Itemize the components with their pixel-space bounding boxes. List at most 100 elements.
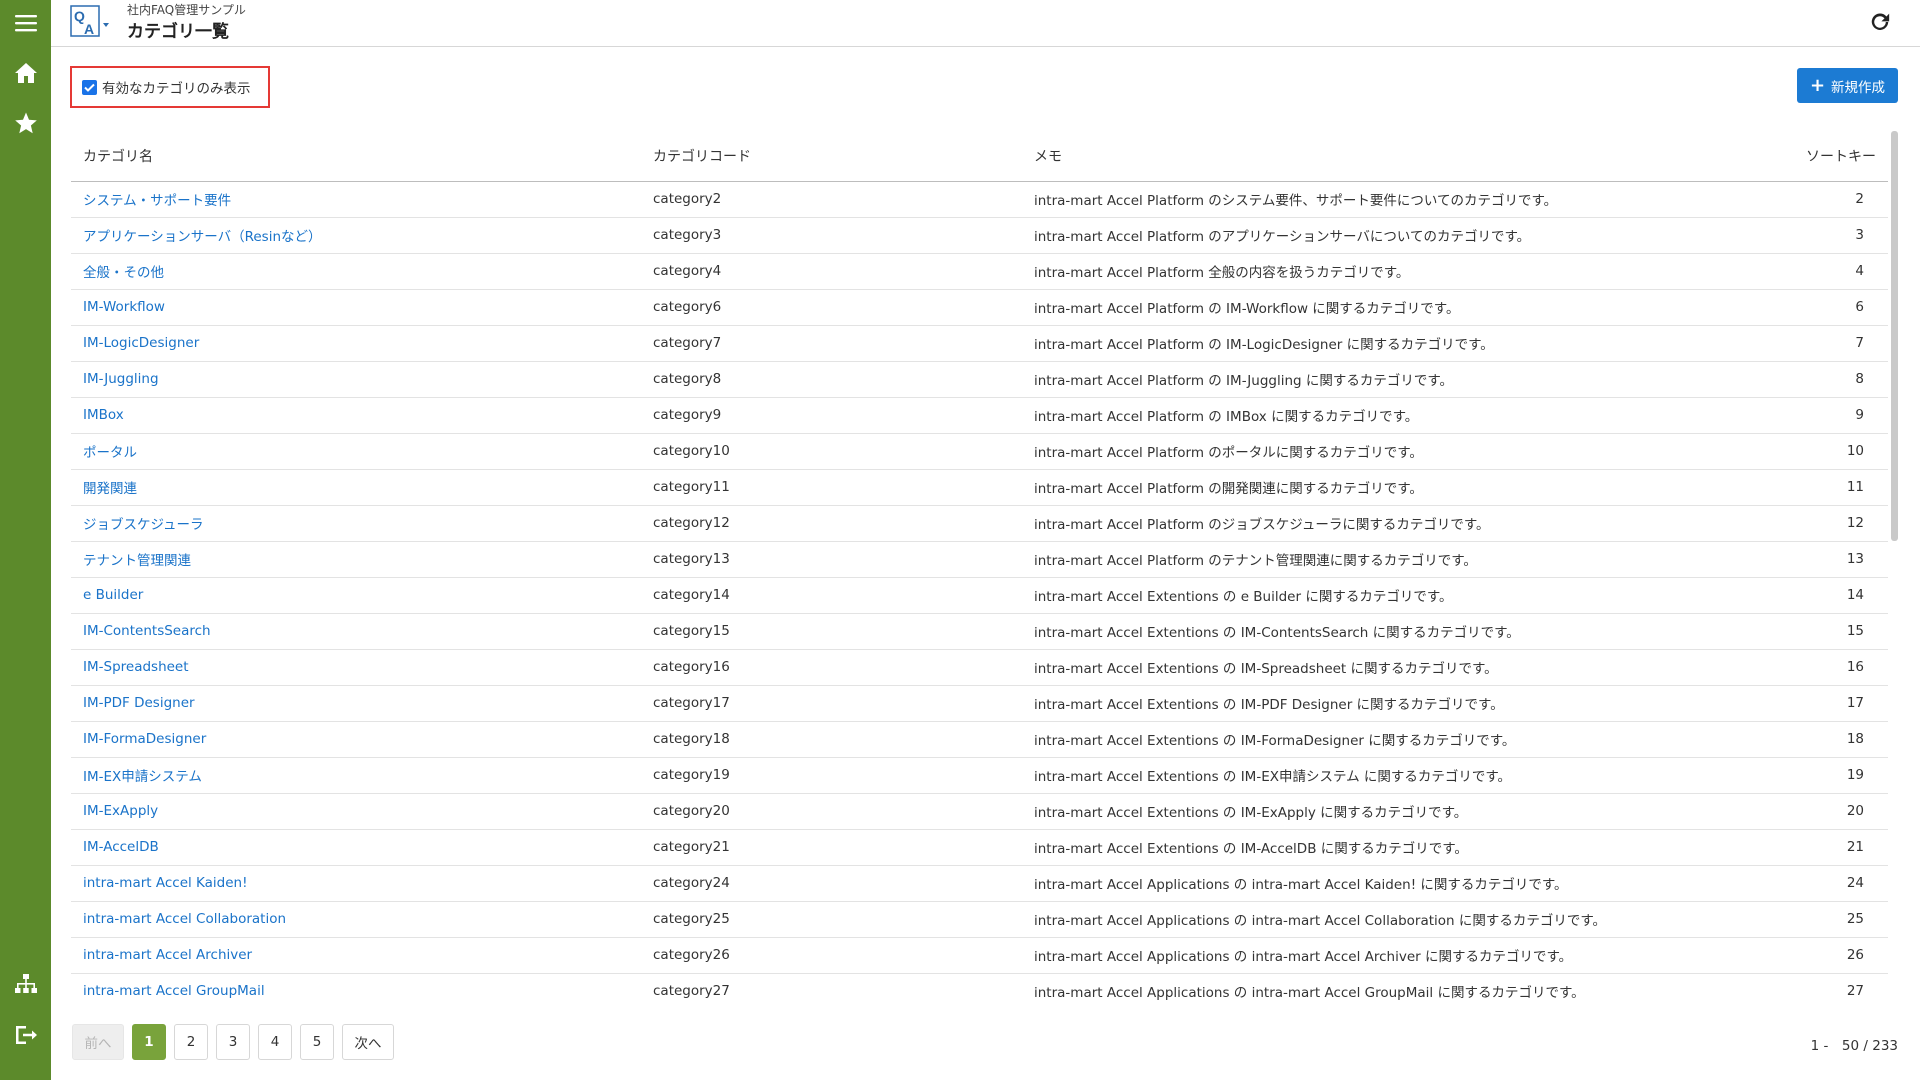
table-row: IM-EX申請システム category19 intra-mart Accel Ex… bbox=[71, 757, 1888, 794]
category-code-cell: category10 bbox=[641, 433, 1022, 470]
memo-cell: intra-mart Accel Platform の IMBox に関するカテ… bbox=[1022, 397, 1702, 434]
result-range: 1 - 50 / 233 bbox=[1810, 1038, 1898, 1054]
category-name-link[interactable]: IMBox bbox=[71, 397, 641, 434]
table-body: システム・サポート要件 category2 intra-mart Accel Pla… bbox=[71, 181, 1888, 1004]
category-code-cell: category27 bbox=[641, 973, 1022, 1004]
new-create-button[interactable]: + 新規作成 bbox=[1797, 68, 1898, 103]
memo-cell: intra-mart Accel Extentions の IM-EX申請システ… bbox=[1022, 757, 1702, 794]
category-name-link[interactable]: ポータル bbox=[71, 433, 641, 470]
next-page-button[interactable]: 次へ bbox=[342, 1024, 394, 1060]
sort-key-cell: 13 bbox=[1702, 541, 1888, 578]
category-name-link[interactable]: IM-Workflow bbox=[71, 289, 641, 326]
sort-key-cell: 8 bbox=[1702, 361, 1888, 398]
table-scrollbar[interactable] bbox=[1891, 131, 1898, 541]
header: Q A 社内FAQ管理サンプル カテゴリ一覧 bbox=[51, 0, 1920, 47]
page-button[interactable]: 5 bbox=[300, 1024, 334, 1060]
sort-key-cell: 25 bbox=[1702, 901, 1888, 938]
page-button[interactable]: 3 bbox=[216, 1024, 250, 1060]
memo-cell: intra-mart Accel Extentions の IM-Spreads… bbox=[1022, 649, 1702, 686]
sort-key-cell: 16 bbox=[1702, 649, 1888, 686]
category-name-link[interactable]: IM-LogicDesigner bbox=[71, 325, 641, 362]
header-category-name[interactable]: カテゴリ名 bbox=[71, 131, 641, 182]
sort-key-cell: 7 bbox=[1702, 325, 1888, 362]
table-row: IM-ExApply category20 intra-mart Accel Ext… bbox=[71, 793, 1888, 830]
category-name-link[interactable]: IM-PDF Designer bbox=[71, 685, 641, 722]
page-button[interactable]: 2 bbox=[174, 1024, 208, 1060]
page-button[interactable]: 1 bbox=[132, 1024, 166, 1060]
app-logo-icon[interactable]: Q A bbox=[70, 5, 112, 39]
sort-key-cell: 14 bbox=[1702, 577, 1888, 614]
sort-key-cell: 20 bbox=[1702, 793, 1888, 830]
category-name-link[interactable]: intra-mart Accel Archiver bbox=[71, 937, 641, 974]
memo-cell: intra-mart Accel Platform の IM-LogicDesi… bbox=[1022, 325, 1702, 362]
sort-key-cell: 9 bbox=[1702, 397, 1888, 434]
category-name-link[interactable]: システム・サポート要件 bbox=[71, 181, 641, 218]
category-code-cell: category17 bbox=[641, 685, 1022, 722]
table-row: intra-mart Accel GroupMail category27 intr… bbox=[71, 973, 1888, 1004]
memo-cell: intra-mart Accel Extentions の IM-FormaDe… bbox=[1022, 721, 1702, 758]
category-name-link[interactable]: テナント管理関連 bbox=[71, 541, 641, 578]
category-name-link[interactable]: 開発関連 bbox=[71, 469, 641, 506]
table-row: IM-Spreadsheet category16 intra-mart Accel… bbox=[71, 649, 1888, 686]
active-only-label[interactable]: 有効なカテゴリのみ表示 bbox=[102, 77, 251, 97]
refresh-icon[interactable] bbox=[1866, 8, 1894, 36]
header-sort-key[interactable]: ソートキー bbox=[1702, 131, 1888, 182]
header-category-code[interactable]: カテゴリコード bbox=[641, 131, 1022, 182]
category-name-link[interactable]: IM-ContentsSearch bbox=[71, 613, 641, 650]
sitemap-icon[interactable] bbox=[0, 962, 51, 1008]
memo-cell: intra-mart Accel Platform のテナント管理関連に関するカ… bbox=[1022, 541, 1702, 578]
menu-icon[interactable] bbox=[0, 0, 51, 46]
category-name-link[interactable]: IM-FormaDesigner bbox=[71, 721, 641, 758]
pagination: 前へ 12345 次へ bbox=[72, 1024, 394, 1060]
memo-cell: intra-mart Accel Extentions の IM-AccelDB… bbox=[1022, 829, 1702, 866]
category-name-link[interactable]: IM-Juggling bbox=[71, 361, 641, 398]
table-row: システム・サポート要件 category2 intra-mart Accel Pla… bbox=[71, 181, 1888, 218]
table-row: 開発関連 category11 intra-mart Accel Platform … bbox=[71, 469, 1888, 506]
table-row: アプリケーションサーバ（Resinなど） category3 intra-mart … bbox=[71, 217, 1888, 254]
category-name-link[interactable]: intra-mart Accel Collaboration bbox=[71, 901, 641, 938]
category-name-link[interactable]: IM-ExApply bbox=[71, 793, 641, 830]
category-name-link[interactable]: intra-mart Accel GroupMail bbox=[71, 973, 641, 1004]
sort-key-cell: 18 bbox=[1702, 721, 1888, 758]
prev-page-button[interactable]: 前へ bbox=[72, 1024, 124, 1060]
logout-icon[interactable] bbox=[0, 1012, 51, 1058]
logo-a: A bbox=[84, 21, 94, 37]
table-row: ポータル category10 intra-mart Accel Platform … bbox=[71, 433, 1888, 470]
sort-key-cell: 21 bbox=[1702, 829, 1888, 866]
category-code-cell: category12 bbox=[641, 505, 1022, 542]
table-row: IM-LogicDesigner category7 intra-mart Acce… bbox=[71, 325, 1888, 362]
category-name-link[interactable]: IM-EX申請システム bbox=[71, 757, 641, 794]
category-code-cell: category21 bbox=[641, 829, 1022, 866]
table-row: e Builder category14 intra-mart Accel Exte… bbox=[71, 577, 1888, 614]
home-icon[interactable] bbox=[0, 50, 51, 96]
active-only-checkbox[interactable] bbox=[82, 79, 97, 95]
memo-cell: intra-mart Accel Extentions の IM-PDF Des… bbox=[1022, 685, 1702, 722]
category-name-link[interactable]: IM-Spreadsheet bbox=[71, 649, 641, 686]
category-name-link[interactable]: アプリケーションサーバ（Resinなど） bbox=[71, 217, 641, 254]
table-row: IM-Juggling category8 intra-mart Accel Pla… bbox=[71, 361, 1888, 398]
memo-cell: intra-mart Accel Extentions の IM-Content… bbox=[1022, 613, 1702, 650]
category-code-cell: category24 bbox=[641, 865, 1022, 902]
category-name-link[interactable]: e Builder bbox=[71, 577, 641, 614]
sort-key-cell: 19 bbox=[1702, 757, 1888, 794]
page-button[interactable]: 4 bbox=[258, 1024, 292, 1060]
memo-cell: intra-mart Accel Applications の intra-ma… bbox=[1022, 937, 1702, 974]
sort-key-cell: 26 bbox=[1702, 937, 1888, 974]
sort-key-cell: 4 bbox=[1702, 253, 1888, 290]
category-name-link[interactable]: 全般・その他 bbox=[71, 253, 641, 290]
category-code-cell: category15 bbox=[641, 613, 1022, 650]
category-code-cell: category16 bbox=[641, 649, 1022, 686]
table-header-row: カテゴリ名 カテゴリコード メモ ソートキー bbox=[71, 131, 1888, 182]
star-icon[interactable] bbox=[0, 100, 51, 146]
header-memo[interactable]: メモ bbox=[1022, 131, 1702, 182]
category-code-cell: category6 bbox=[641, 289, 1022, 326]
category-code-cell: category18 bbox=[641, 721, 1022, 758]
category-name-link[interactable]: intra-mart Accel Kaiden! bbox=[71, 865, 641, 902]
sort-key-cell: 6 bbox=[1702, 289, 1888, 326]
category-name-link[interactable]: ジョブスケジューラ bbox=[71, 505, 641, 542]
memo-cell: intra-mart Accel Applications の intra-ma… bbox=[1022, 901, 1702, 938]
sort-key-cell: 11 bbox=[1702, 469, 1888, 506]
category-name-link[interactable]: IM-AccelDB bbox=[71, 829, 641, 866]
sidebar bbox=[0, 0, 51, 1080]
category-table: カテゴリ名 カテゴリコード メモ ソートキー システム・サポート要件 catego… bbox=[71, 131, 1888, 1004]
